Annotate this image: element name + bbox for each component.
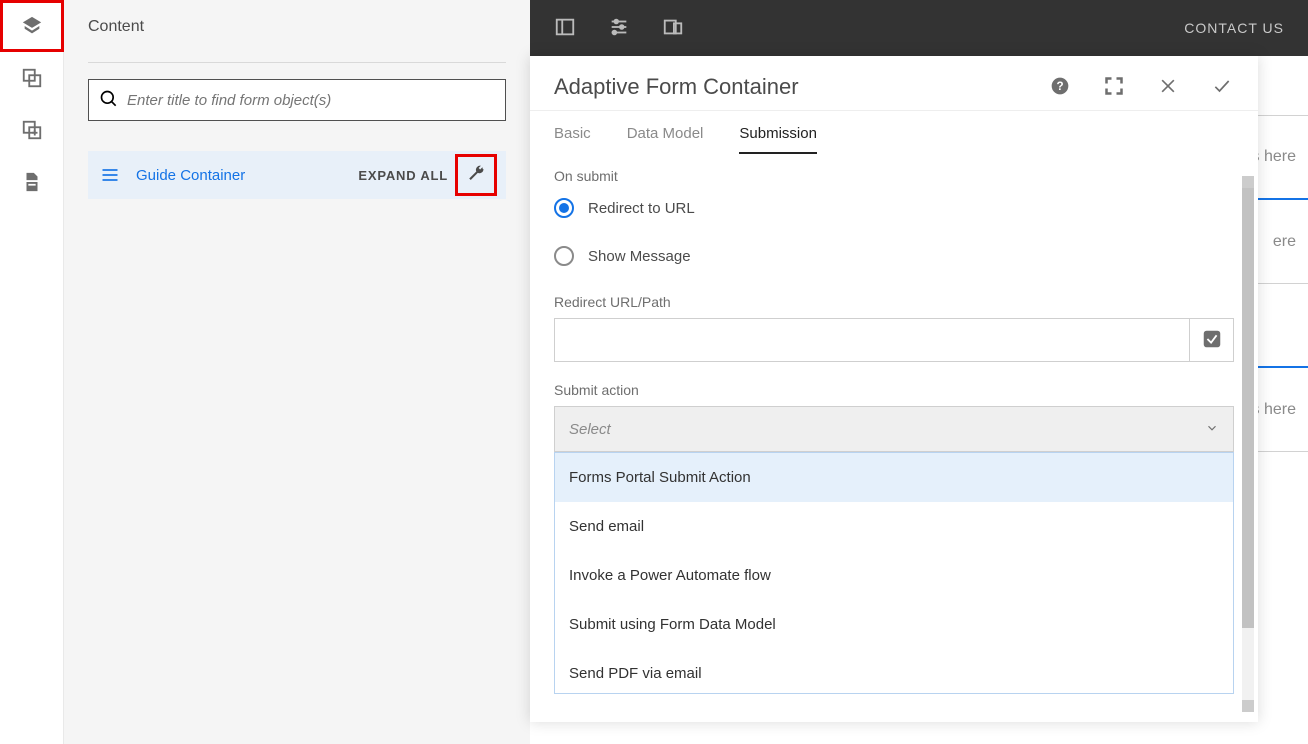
checkbox-icon	[1201, 328, 1223, 353]
scroll-up-icon[interactable]	[1242, 176, 1254, 188]
submit-action-select[interactable]: Select	[554, 406, 1234, 452]
svg-text:?: ?	[1056, 80, 1063, 93]
radio-message-row[interactable]: Show Message	[554, 246, 1234, 266]
left-rail	[0, 0, 64, 744]
radio-message-label: Show Message	[588, 248, 691, 265]
drop-hint: s here	[1252, 148, 1296, 166]
settings-icon[interactable]	[608, 16, 630, 41]
scroll-thumb[interactable]	[1242, 188, 1254, 628]
option-forms-portal[interactable]: Forms Portal Submit Action	[555, 453, 1233, 502]
tab-submission[interactable]: Submission	[739, 125, 817, 154]
side-panel-icon[interactable]	[554, 16, 576, 41]
done-button[interactable]	[1210, 75, 1234, 99]
radio-redirect-label: Redirect to URL	[588, 200, 695, 217]
redirect-url-label: Redirect URL/Path	[554, 294, 1234, 310]
wrench-icon	[467, 165, 485, 186]
option-send-pdf[interactable]: Send PDF via email	[555, 649, 1233, 694]
guide-container-row[interactable]: Guide Container EXPAND ALL	[88, 151, 506, 199]
option-form-data-model[interactable]: Submit using Form Data Model	[555, 600, 1233, 649]
configure-button[interactable]	[458, 157, 494, 193]
help-button[interactable]: ?	[1048, 75, 1072, 99]
guide-container-label: Guide Container	[136, 167, 245, 184]
submit-action-dropdown[interactable]: Forms Portal Submit Action Send email In…	[554, 452, 1234, 694]
top-toolbar: CONTACT US	[530, 0, 1308, 56]
properties-panel: Adaptive Form Container ? Basic Data Mod…	[530, 56, 1258, 722]
expand-all-button[interactable]: EXPAND ALL	[358, 168, 448, 183]
radio-message[interactable]	[554, 246, 574, 266]
contact-us-link[interactable]: CONTACT US	[1184, 20, 1284, 36]
components-icon[interactable]	[0, 104, 64, 156]
chevron-down-icon	[1205, 421, 1219, 438]
assets-icon[interactable]	[0, 52, 64, 104]
option-send-email[interactable]: Send email	[555, 502, 1233, 551]
help-icon: ?	[1050, 76, 1070, 99]
container-icon	[100, 165, 120, 185]
properties-header: Adaptive Form Container ?	[530, 56, 1258, 111]
close-icon	[1158, 76, 1178, 99]
on-submit-label: On submit	[554, 168, 1234, 184]
option-power-automate[interactable]: Invoke a Power Automate flow	[555, 551, 1233, 600]
content-panel: Content Guide Container EXPAND ALL	[64, 0, 530, 744]
panel-scrollbar[interactable]	[1242, 176, 1254, 712]
preview-icon[interactable]	[662, 16, 684, 41]
layers-icon[interactable]	[0, 0, 64, 52]
drop-hint: s here	[1252, 401, 1296, 419]
close-button[interactable]	[1156, 75, 1180, 99]
radio-redirect-row[interactable]: Redirect to URL	[554, 198, 1234, 218]
redirect-url-input[interactable]	[554, 318, 1190, 362]
properties-title: Adaptive Form Container	[554, 74, 799, 100]
tabs: Basic Data Model Submission	[530, 111, 1258, 154]
data-icon[interactable]	[0, 156, 64, 208]
tab-basic[interactable]: Basic	[554, 125, 591, 154]
select-placeholder: Select	[569, 421, 611, 438]
divider	[88, 62, 506, 63]
fullscreen-button[interactable]	[1102, 75, 1126, 99]
panel-title: Content	[88, 18, 506, 36]
fullscreen-icon	[1104, 76, 1124, 99]
search-input-wrap[interactable]	[88, 79, 506, 121]
search-icon	[99, 89, 127, 112]
check-icon	[1212, 76, 1232, 99]
radio-redirect[interactable]	[554, 198, 574, 218]
submit-action-label: Submit action	[554, 382, 1234, 398]
redirect-url-picker-button[interactable]	[1190, 318, 1234, 362]
drop-hint: ere	[1273, 233, 1296, 251]
scroll-down-icon[interactable]	[1242, 700, 1254, 712]
tab-data-model[interactable]: Data Model	[627, 125, 704, 154]
search-input[interactable]	[127, 92, 495, 109]
